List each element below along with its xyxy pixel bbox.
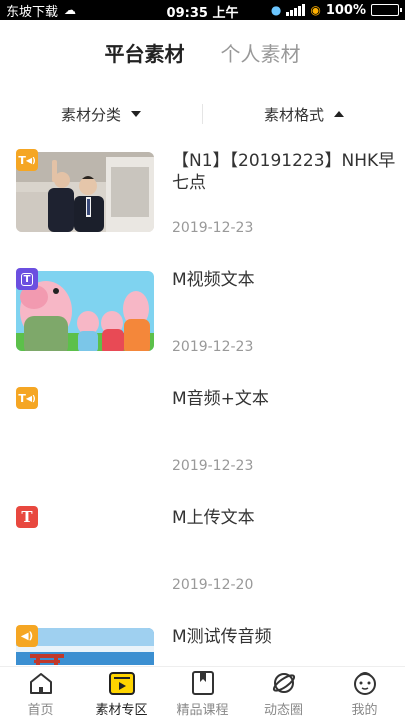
- item-title: M视频文本: [172, 270, 255, 290]
- nav-label: 素材专区: [95, 703, 148, 718]
- nav-item-profile[interactable]: 我的: [324, 667, 405, 721]
- nav-label: 首页: [27, 703, 54, 718]
- badge-letter: T: [18, 391, 26, 405]
- nav-item-materials[interactable]: 素材专区: [81, 667, 162, 721]
- format-filter-label: 素材格式: [263, 105, 324, 124]
- category-filter-label: 素材分类: [60, 105, 121, 124]
- item-date: 2019-12-23: [172, 220, 254, 236]
- list-item[interactable]: T ◀) 【N1】【20191223】NHK早七点 2019-12-23: [0, 140, 405, 259]
- battery-icon: [371, 4, 402, 16]
- item-title: M测试传音频: [172, 627, 272, 647]
- text-video-badge-icon: T: [16, 268, 38, 290]
- item-date: 2019-12-23: [172, 339, 254, 355]
- item-date: 2019-12-23: [172, 458, 254, 474]
- item-date: 2019-12-20: [172, 577, 254, 593]
- tab-platform-materials[interactable]: 平台素材: [104, 38, 185, 70]
- status-bar-time-wrap: 09:35 上午: [0, 2, 405, 21]
- item-title: M音频+文本: [172, 389, 269, 409]
- planet-icon: [270, 670, 298, 696]
- nav-label: 我的: [351, 703, 378, 718]
- home-icon: [27, 670, 55, 696]
- badge-letter: T: [20, 272, 34, 286]
- nav-label: 动态圈: [263, 703, 303, 718]
- materials-icon: [108, 670, 136, 696]
- format-filter[interactable]: 素材格式: [203, 104, 405, 125]
- nav-label: 精品课程: [176, 703, 229, 718]
- item-title: 【N1】【20191223】NHK早七点: [172, 151, 396, 193]
- bookmark-icon: [189, 670, 217, 696]
- text-audio-badge-icon: T ◀): [16, 149, 38, 171]
- caret-up-icon: [334, 111, 344, 117]
- badge-letter: T: [21, 508, 33, 526]
- text-badge-icon: T: [16, 506, 38, 528]
- category-filter[interactable]: 素材分类: [0, 104, 202, 125]
- filter-bar: 素材分类 素材格式: [0, 100, 405, 128]
- item-title: M上传文本: [172, 508, 255, 528]
- nav-item-courses[interactable]: 精品课程: [162, 667, 243, 721]
- material-list: T ◀) 【N1】【20191223】NHK早七点 2019-12-23 T M…: [0, 140, 405, 665]
- nav-item-moments[interactable]: 动态圈: [243, 667, 324, 721]
- status-bar: 东坡下载 ☁ 09:35 上午 ● ◉ 100%: [0, 0, 405, 21]
- profile-icon: [351, 670, 379, 696]
- list-item[interactable]: T M上传文本 2019-12-20: [0, 497, 405, 616]
- list-item[interactable]: T ◀) M音频+文本 2019-12-23: [0, 378, 405, 497]
- status-time: 09:35 上午: [166, 6, 239, 21]
- bottom-nav: 首页 素材专区 精品课程 动态圈 我的: [0, 666, 405, 721]
- badge-letter: T: [18, 153, 26, 167]
- material-source-tabs: 平台素材 个人素材: [0, 38, 405, 74]
- list-item[interactable]: T M视频文本 2019-12-23: [0, 259, 405, 378]
- audio-badge-icon: ◀): [16, 625, 38, 647]
- caret-down-icon: [131, 111, 141, 117]
- list-item[interactable]: ◀) M测试传音频: [0, 616, 405, 665]
- tab-personal-materials[interactable]: 个人素材: [221, 38, 301, 70]
- nav-item-home[interactable]: 首页: [0, 667, 81, 721]
- text-audio-badge-icon: T ◀): [16, 387, 38, 409]
